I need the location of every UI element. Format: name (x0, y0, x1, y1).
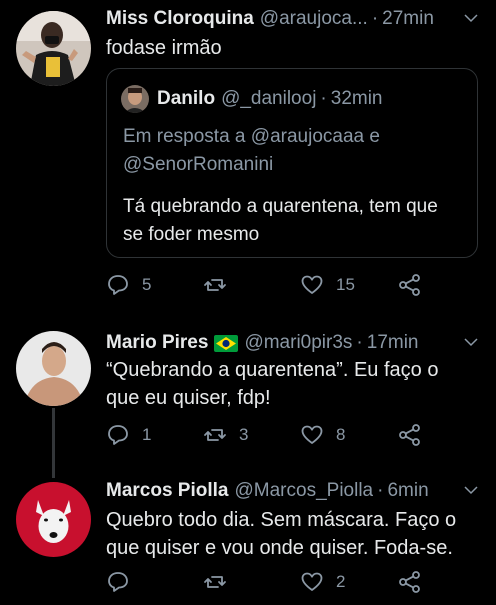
like-button[interactable]: 8 (300, 423, 345, 447)
share-button[interactable] (398, 423, 434, 447)
separator: · (371, 8, 379, 29)
quoted-tweet-text: Tá quebrando a quarentena, tem que se fo… (123, 193, 438, 249)
chevron-down-icon[interactable] (462, 333, 480, 351)
reply-icon (108, 425, 128, 445)
like-icon (301, 425, 323, 444)
avatar[interactable] (16, 11, 91, 86)
like-button[interactable]: 2 (300, 570, 345, 594)
retweet-icon (204, 429, 226, 441)
display-name[interactable]: Mario Pires (106, 332, 208, 354)
tweet-text-line: se foder mesmo (123, 224, 260, 245)
display-name[interactable]: Miss Cloroquina (106, 8, 254, 30)
separator: · (356, 332, 363, 353)
like-icon (301, 275, 323, 294)
quoted-tweet[interactable]: Danilo @_danilooj · 32min Em resposta a … (106, 68, 478, 258)
tweet-header: Mario Pires @mari0pir3s · 17min (106, 330, 486, 356)
like-icon (301, 572, 323, 591)
user-handle[interactable]: @Marcos_Piolla (235, 480, 374, 502)
tweet-text: “Quebrando a quarentena”. Eu faço o que … (106, 356, 476, 412)
user-handle[interactable]: @mari0pir3s (244, 332, 352, 354)
timestamp[interactable]: 32min (331, 88, 383, 110)
chevron-down-icon[interactable] (462, 481, 480, 499)
reply-button[interactable] (106, 570, 142, 594)
retweet-button[interactable]: 3 (203, 423, 248, 447)
tweet-text-line: fodase irmão (106, 37, 222, 59)
brazil-flag-icon (214, 334, 239, 352)
timestamp[interactable]: 27min (382, 8, 434, 30)
display-name[interactable]: Danilo (157, 88, 215, 110)
share-button[interactable] (398, 570, 434, 594)
tweet-text-line: Tá quebrando a quarentena, tem que (123, 196, 438, 217)
like-count: 15 (336, 275, 355, 294)
avatar[interactable] (16, 331, 91, 406)
tweet-text-line: que eu quiser, fdp! (106, 387, 271, 409)
tweet-header: Miss Cloroquina @araujoca... · 27min (106, 6, 486, 32)
separator: · (320, 88, 327, 109)
reply-icon (108, 572, 128, 592)
share-icon (399, 571, 420, 593)
share-button[interactable] (398, 273, 434, 297)
timestamp[interactable]: 17min (367, 332, 419, 354)
reply-context-line: @SenorRomanini (123, 154, 274, 175)
tweet-text-line: Quebro todo dia. Sem máscara. Faço o (106, 509, 457, 531)
reply-count: 5 (142, 275, 152, 294)
reply-button[interactable]: 1 (106, 423, 151, 447)
tweet-3[interactable]: Marcos Piolla @Marcos_Piolla · 6min Queb… (0, 474, 496, 605)
retweet-button[interactable] (203, 273, 239, 297)
retweet-icon (204, 279, 226, 291)
tweet-2[interactable]: Mario Pires @mari0pir3s · 17min “Quebran… (0, 322, 496, 472)
quoted-tweet-header: Danilo @_danilooj · 32min (121, 85, 383, 113)
reply-context-line: Em resposta a @araujocaaa e (123, 126, 380, 147)
tweet-text: fodase irmão (106, 34, 476, 62)
retweet-button[interactable] (203, 570, 239, 594)
like-count: 2 (336, 572, 346, 591)
separator: · (377, 480, 384, 501)
avatar[interactable] (16, 482, 91, 557)
tweet-text: Quebro todo dia. Sem máscara. Faço o que… (106, 506, 476, 562)
like-button[interactable]: 15 (300, 273, 355, 297)
user-handle[interactable]: @araujoca... (260, 8, 368, 30)
tweet-actions: 2 (106, 570, 486, 600)
reply-count: 1 (142, 425, 152, 444)
share-icon (399, 424, 420, 446)
retweet-icon (204, 576, 226, 588)
tweet-header: Marcos Piolla @Marcos_Piolla · 6min (106, 478, 486, 504)
tweet-text-line: que quiser e vou onde quiser. Foda-se. (106, 537, 453, 559)
reply-context: Em resposta a @araujocaaa e @SenorRomani… (123, 123, 380, 179)
like-count: 8 (336, 425, 346, 444)
reply-button[interactable]: 5 (106, 273, 151, 297)
user-handle[interactable]: @_danilooj (221, 88, 316, 110)
chevron-down-icon[interactable] (462, 9, 480, 27)
reply-icon (108, 275, 128, 295)
tweet-actions: 1 3 8 (106, 423, 486, 453)
timestamp[interactable]: 6min (387, 480, 428, 502)
tweet-text-line: “Quebrando a quarentena”. Eu faço o (106, 359, 439, 381)
tweet-actions: 5 15 (106, 273, 486, 303)
avatar[interactable] (121, 85, 149, 113)
share-icon (399, 274, 420, 296)
retweet-count: 3 (239, 425, 249, 444)
tweet-1[interactable]: Miss Cloroquina @araujoca... · 27min fod… (0, 0, 496, 310)
display-name[interactable]: Marcos Piolla (106, 480, 229, 502)
